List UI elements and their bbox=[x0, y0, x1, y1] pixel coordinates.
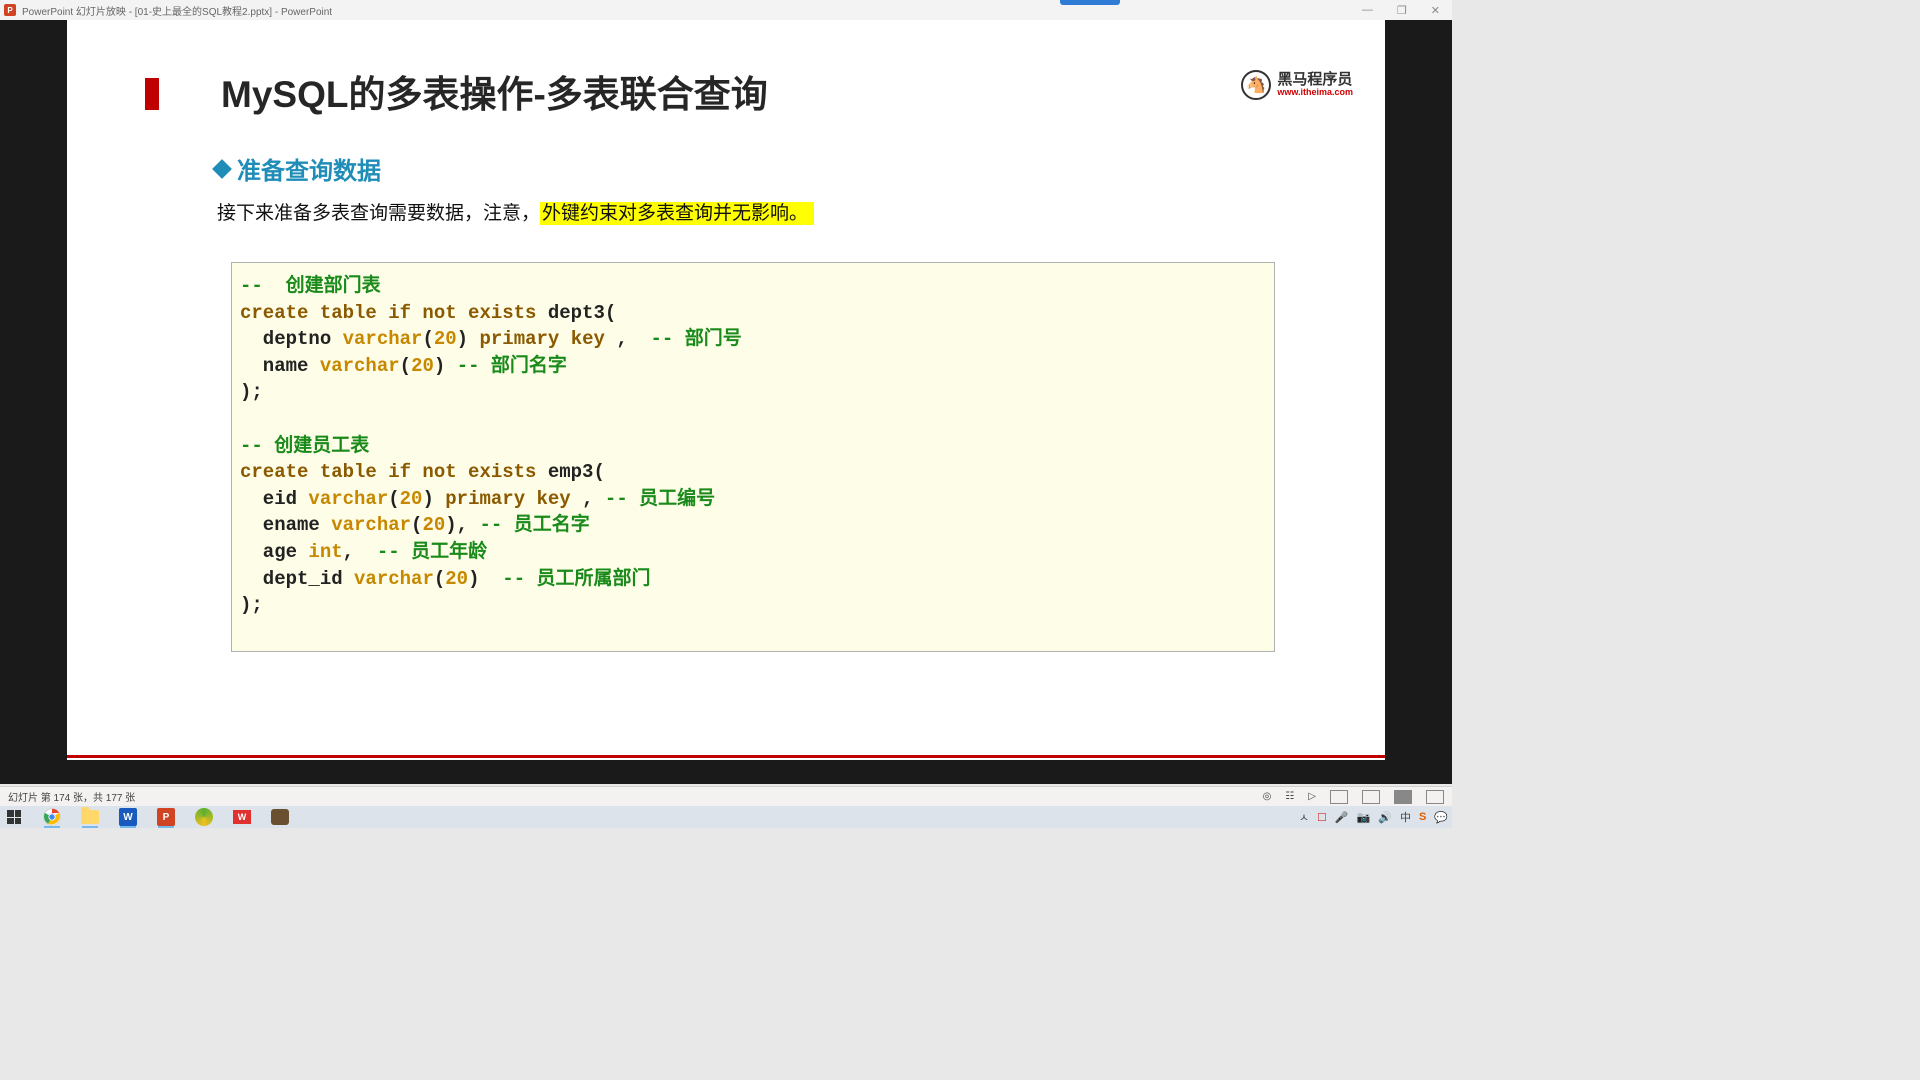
editor-icon[interactable] bbox=[270, 808, 290, 826]
code-number: 20 bbox=[445, 568, 468, 590]
title-red-bar bbox=[145, 78, 159, 110]
title-accent bbox=[1060, 0, 1120, 5]
code-text: ) bbox=[468, 568, 502, 590]
tray-volume-icon[interactable]: 🔊 bbox=[1378, 811, 1392, 824]
window-controls: — ❐ ✕ bbox=[1362, 4, 1448, 17]
code-type: varchar bbox=[308, 488, 388, 510]
code-text: ( bbox=[422, 328, 433, 350]
normal-view-button[interactable] bbox=[1330, 790, 1348, 804]
horse-icon: 🐴 bbox=[1241, 70, 1271, 100]
code-text: ) bbox=[434, 355, 457, 377]
code-block: -- 创建部门表 create table if not exists dept… bbox=[231, 262, 1275, 652]
code-text: ( bbox=[434, 568, 445, 590]
code-text: ( bbox=[388, 488, 399, 510]
code-text: ( bbox=[400, 355, 411, 377]
code-text: , bbox=[616, 328, 650, 350]
tray-notifications-icon[interactable]: 💬 bbox=[1434, 811, 1448, 824]
brand-url: www.itheima.com bbox=[1277, 88, 1353, 98]
code-text: ) bbox=[422, 488, 445, 510]
slide-bottom-line bbox=[67, 755, 1385, 758]
code-type: varchar bbox=[354, 568, 434, 590]
slideshow-view-button[interactable] bbox=[1426, 790, 1444, 804]
code-comment: -- 创建员工表 bbox=[240, 435, 369, 457]
code-number: 20 bbox=[400, 488, 423, 510]
code-number: 20 bbox=[434, 328, 457, 350]
code-keyword: create table if not exists bbox=[240, 461, 536, 483]
reading-view-button[interactable] bbox=[1394, 790, 1412, 804]
slide-title: MySQL的多表操作-多表联合查询 bbox=[221, 64, 768, 118]
code-number: 20 bbox=[422, 514, 445, 536]
status-bar: 幻灯片 第 174 张，共 177 张 ◎ ☷ ▷ bbox=[0, 786, 1452, 806]
system-tray: ㅅ ☐ 🎤 📷 🔊 中 S 💬 bbox=[1299, 809, 1448, 825]
code-text: dept_id bbox=[240, 568, 354, 590]
tray-sogou-icon[interactable]: S bbox=[1419, 811, 1426, 823]
code-text: age bbox=[240, 541, 308, 563]
code-text: name bbox=[240, 355, 320, 377]
code-comment: -- 员工所属部门 bbox=[502, 568, 650, 590]
taskbar: W P W ㅅ ☐ 🎤 📷 🔊 中 S 💬 bbox=[0, 806, 1452, 828]
code-comment: -- 员工名字 bbox=[479, 514, 589, 536]
code-type: varchar bbox=[343, 328, 423, 350]
tray-icon[interactable]: ☐ bbox=[1317, 811, 1327, 824]
code-comment: -- 创建部门表 bbox=[240, 275, 381, 297]
code-text: ), bbox=[445, 514, 479, 536]
code-keyword: create table if not exists bbox=[240, 302, 536, 324]
section-header: 准备查询数据 bbox=[215, 151, 381, 186]
code-text: , bbox=[582, 488, 605, 510]
code-comment: -- 员工编号 bbox=[605, 488, 715, 510]
browser-360-icon[interactable] bbox=[194, 808, 214, 826]
code-keyword: primary key bbox=[445, 488, 582, 510]
start-button[interactable] bbox=[4, 808, 24, 826]
tray-camera-icon[interactable]: 📷 bbox=[1357, 811, 1371, 824]
section-title-text: 准备查询数据 bbox=[237, 151, 381, 186]
code-text: dept3( bbox=[536, 302, 616, 324]
diamond-icon bbox=[212, 159, 232, 179]
slide-counter: 幻灯片 第 174 张，共 177 张 bbox=[8, 789, 135, 804]
minimize-button[interactable]: — bbox=[1362, 4, 1373, 17]
file-explorer-icon[interactable] bbox=[80, 808, 100, 826]
code-keyword: primary key bbox=[479, 328, 616, 350]
maximize-button[interactable]: ❐ bbox=[1397, 4, 1407, 17]
close-button[interactable]: ✕ bbox=[1431, 4, 1440, 17]
tray-expand-icon[interactable]: ㅅ bbox=[1299, 809, 1309, 825]
brand-name: 黑马程序员 bbox=[1277, 72, 1353, 89]
window-title: PowerPoint 幻灯片放映 - [01-史上最全的SQL教程2.pptx]… bbox=[22, 3, 332, 18]
code-text: ) bbox=[457, 328, 480, 350]
tray-mic-icon[interactable]: 🎤 bbox=[1335, 811, 1349, 824]
word-icon[interactable]: W bbox=[118, 808, 138, 826]
code-comment: -- 部门号 bbox=[651, 328, 742, 350]
wps-icon[interactable]: W bbox=[232, 808, 252, 826]
code-text: eid bbox=[240, 488, 308, 510]
powerpoint-taskbar-icon[interactable]: P bbox=[156, 808, 176, 826]
desc-highlight: 外键约束对多表查询并无影响。 bbox=[540, 202, 814, 225]
code-number: 20 bbox=[411, 355, 434, 377]
code-type: int bbox=[308, 541, 342, 563]
chrome-icon[interactable] bbox=[42, 808, 62, 826]
code-text: deptno bbox=[240, 328, 343, 350]
pointer-tool-icon[interactable]: ◎ bbox=[1263, 791, 1272, 802]
code-comment: -- 员工年龄 bbox=[377, 541, 487, 563]
brand-logo: 🐴 黑马程序员 www.itheima.com bbox=[1241, 70, 1353, 100]
code-text: emp3( bbox=[536, 461, 604, 483]
code-text: ename bbox=[240, 514, 331, 536]
desc-plain: 接下来准备多表查询需要数据，注意， bbox=[217, 203, 540, 224]
slide-description: 接下来准备多表查询需要数据，注意，外键约束对多表查询并无影响。 bbox=[217, 198, 814, 225]
code-text: , bbox=[343, 541, 377, 563]
powerpoint-icon: P bbox=[4, 4, 16, 16]
tray-ime-icon[interactable]: 中 bbox=[1400, 809, 1411, 825]
code-type: varchar bbox=[331, 514, 411, 536]
slideshow-area[interactable]: MySQL的多表操作-多表联合查询 🐴 黑马程序员 www.itheima.co… bbox=[0, 20, 1452, 784]
code-type: varchar bbox=[320, 355, 400, 377]
slide: MySQL的多表操作-多表联合查询 🐴 黑马程序员 www.itheima.co… bbox=[67, 20, 1385, 760]
sorter-view-button[interactable] bbox=[1362, 790, 1380, 804]
play-icon[interactable]: ▷ bbox=[1308, 791, 1316, 802]
code-text: ); bbox=[240, 594, 263, 616]
title-bar: P PowerPoint 幻灯片放映 - [01-史上最全的SQL教程2.ppt… bbox=[0, 0, 1452, 20]
code-text: ); bbox=[240, 381, 263, 403]
status-right: ◎ ☷ ▷ bbox=[1263, 790, 1444, 804]
captions-icon[interactable]: ☷ bbox=[1285, 791, 1294, 802]
code-comment: -- 部门名字 bbox=[457, 355, 567, 377]
code-text: ( bbox=[411, 514, 422, 536]
